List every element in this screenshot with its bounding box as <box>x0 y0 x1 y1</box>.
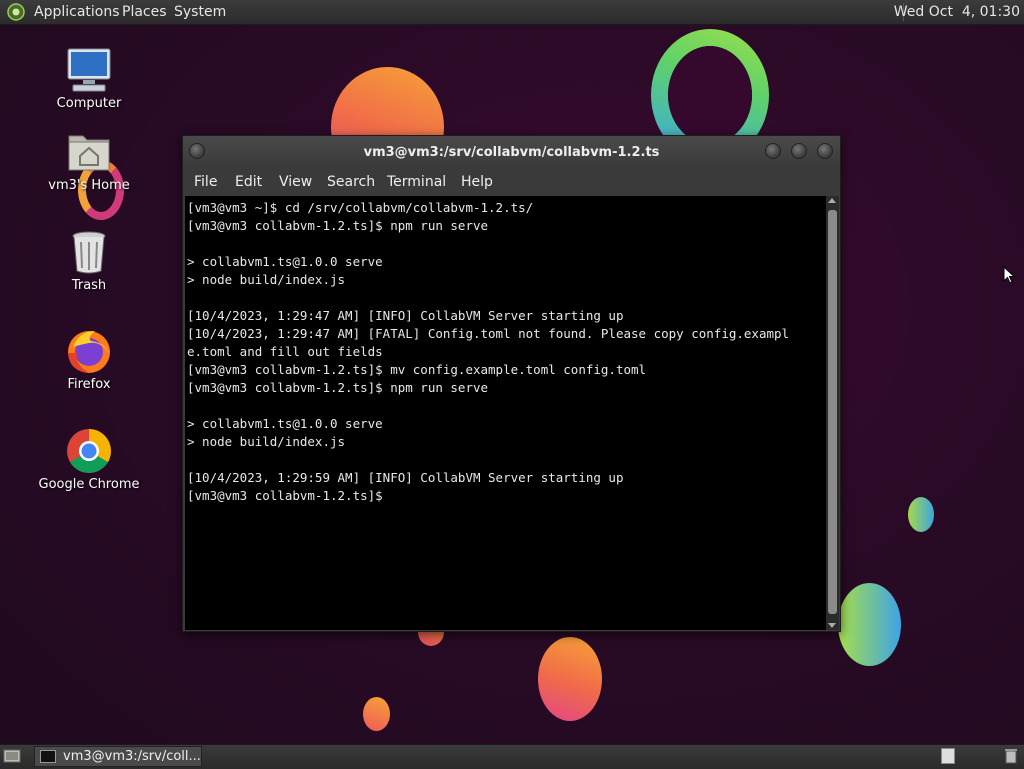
terminal-icon <box>40 750 56 763</box>
terminal-line: [vm3@vm3 collabvm-1.2.ts]$ mv config.exa… <box>187 362 647 377</box>
top-panel: Applications Places System Wed Oct 4, 01… <box>0 0 1024 25</box>
mouse-pointer-icon <box>1003 266 1015 284</box>
desktop-icon-trash[interactable]: Trash <box>34 228 144 294</box>
desktop-icon-computer[interactable]: Computer <box>34 46 144 112</box>
terminal-line: [10/4/2023, 1:29:59 AM] [INFO] CollabVM … <box>187 470 624 485</box>
applications-menu[interactable]: Applications <box>34 4 120 20</box>
terminal-line: [vm3@vm3 collabvm-1.2.ts]$ npm run serve <box>187 380 489 395</box>
home-folder-icon <box>65 128 113 176</box>
places-menu[interactable]: Places <box>122 4 167 20</box>
wallpaper-bubble <box>838 583 901 666</box>
terminal-output[interactable]: [vm3@vm3 ~]$ cd /srv/collabvm/collabvm-1… <box>185 196 826 630</box>
terminal-line: [vm3@vm3 collabvm-1.2.ts]$ <box>187 488 391 503</box>
bottom-panel: vm3@vm3:/srv/coll... <box>0 744 1024 769</box>
scroll-down-arrow-icon[interactable] <box>828 623 836 628</box>
terminal-line: [vm3@vm3 collabvm-1.2.ts]$ npm run serve <box>187 218 489 233</box>
computer-icon <box>65 46 113 94</box>
terminal-menubar: File Edit View Search Terminal Help <box>183 168 840 196</box>
minimize-button[interactable] <box>765 143 781 159</box>
close-button[interactable] <box>817 143 833 159</box>
clock[interactable]: Wed Oct 4, 01:30 <box>894 4 1020 20</box>
scroll-up-arrow-icon[interactable] <box>828 198 836 203</box>
terminal-line: > node build/index.js <box>187 434 346 449</box>
menu-terminal[interactable]: Terminal <box>387 174 446 190</box>
menu-help[interactable]: Help <box>461 174 493 190</box>
chrome-icon <box>65 427 113 475</box>
firefox-icon <box>65 327 113 375</box>
wallpaper-bubble <box>363 697 390 731</box>
scrollbar-thumb[interactable] <box>828 210 837 614</box>
workspace-switcher[interactable] <box>941 748 955 764</box>
menu-view[interactable]: View <box>279 174 312 190</box>
terminal-line: > node build/index.js <box>187 272 346 287</box>
distro-logo-icon[interactable] <box>7 3 25 21</box>
terminal-line: [10/4/2023, 1:29:47 AM] [FATAL] Config.t… <box>187 326 790 341</box>
desktop-icon-firefox[interactable]: Firefox <box>34 327 144 393</box>
desktop-icon-home[interactable]: vm3's Home <box>34 128 144 194</box>
menu-file[interactable]: File <box>194 174 217 190</box>
wallpaper-bubble <box>538 637 602 721</box>
system-menu[interactable]: System <box>174 4 226 20</box>
menu-search[interactable]: Search <box>327 174 375 190</box>
wallpaper-ring-hole <box>668 46 752 144</box>
menu-edit[interactable]: Edit <box>235 174 262 190</box>
terminal-window[interactable]: vm3@vm3:/srv/collabvm/collabvm-1.2.ts Fi… <box>182 135 841 632</box>
window-title: vm3@vm3:/srv/collabvm/collabvm-1.2.ts <box>363 145 660 160</box>
desktop-icon-label: Trash <box>71 278 107 293</box>
terminal-line: [10/4/2023, 1:29:47 AM] [INFO] CollabVM … <box>187 308 624 323</box>
trash-icon <box>65 228 113 276</box>
terminal-line: > collabvm1.ts@1.0.0 serve <box>187 254 383 269</box>
desktop-icon-chrome[interactable]: Google Chrome <box>34 427 144 493</box>
taskbar-button-label: vm3@vm3:/srv/coll... <box>63 749 201 764</box>
desktop-icon-label: Firefox <box>67 377 111 392</box>
trash-applet-icon[interactable] <box>1004 748 1018 764</box>
desktop-icon-label: Computer <box>56 96 122 111</box>
window-titlebar[interactable]: vm3@vm3:/srv/collabvm/collabvm-1.2.ts <box>183 136 840 168</box>
wallpaper-bubble <box>908 497 934 532</box>
desktop-icon-label: Google Chrome <box>38 477 140 492</box>
terminal-line: > collabvm1.ts@1.0.0 serve <box>187 416 383 431</box>
terminal-line: [vm3@vm3 ~]$ cd /srv/collabvm/collabvm-1… <box>187 200 534 215</box>
desktop-icon-label: vm3's Home <box>48 178 130 193</box>
maximize-button[interactable] <box>791 143 807 159</box>
taskbar-terminal-button[interactable]: vm3@vm3:/srv/coll... <box>34 746 202 767</box>
terminal-line: e.toml and fill out fields <box>187 344 383 359</box>
terminal-scrollbar[interactable] <box>826 196 839 630</box>
show-desktop-icon[interactable] <box>3 748 21 764</box>
